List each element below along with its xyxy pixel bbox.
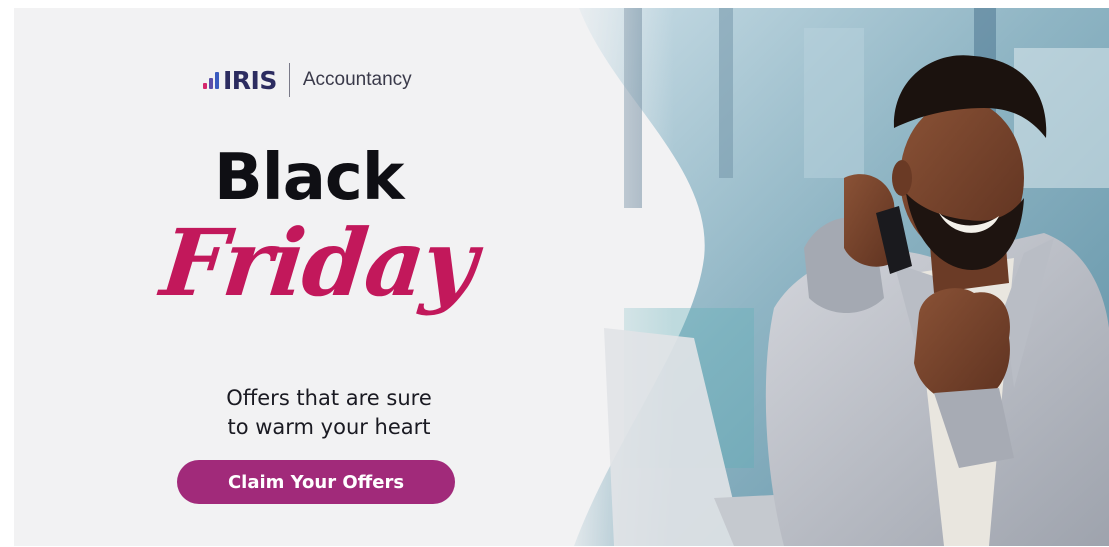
tagline: Offers that are sure to warm your heart xyxy=(184,384,474,442)
logo-bar-tall xyxy=(215,72,219,89)
window-frame-3 xyxy=(804,28,864,178)
claim-offers-button[interactable]: Claim Your Offers xyxy=(177,460,455,504)
iris-logo[interactable]: IRIS Accountancy xyxy=(203,62,412,98)
promo-banner: IRIS Accountancy Black Friday Offers tha… xyxy=(0,0,1109,547)
logo-brand: IRIS xyxy=(223,65,277,95)
logo-bar-medium xyxy=(209,78,213,89)
fist xyxy=(914,288,1010,404)
headline-friday: Friday xyxy=(156,209,481,317)
tagline-line-1: Offers that are sure xyxy=(226,386,432,410)
logo-bar-short xyxy=(203,83,207,89)
ear xyxy=(892,160,912,196)
logo-divider xyxy=(288,63,290,97)
logo-product: Accountancy xyxy=(302,69,412,90)
headline-black: Black xyxy=(214,141,404,215)
window-frame-2 xyxy=(719,8,733,178)
banner-panel: IRIS Accountancy Black Friday Offers tha… xyxy=(14,8,1109,546)
tagline-line-2: to warm your heart xyxy=(227,415,431,439)
bar-chart-logo-icon xyxy=(203,71,219,89)
